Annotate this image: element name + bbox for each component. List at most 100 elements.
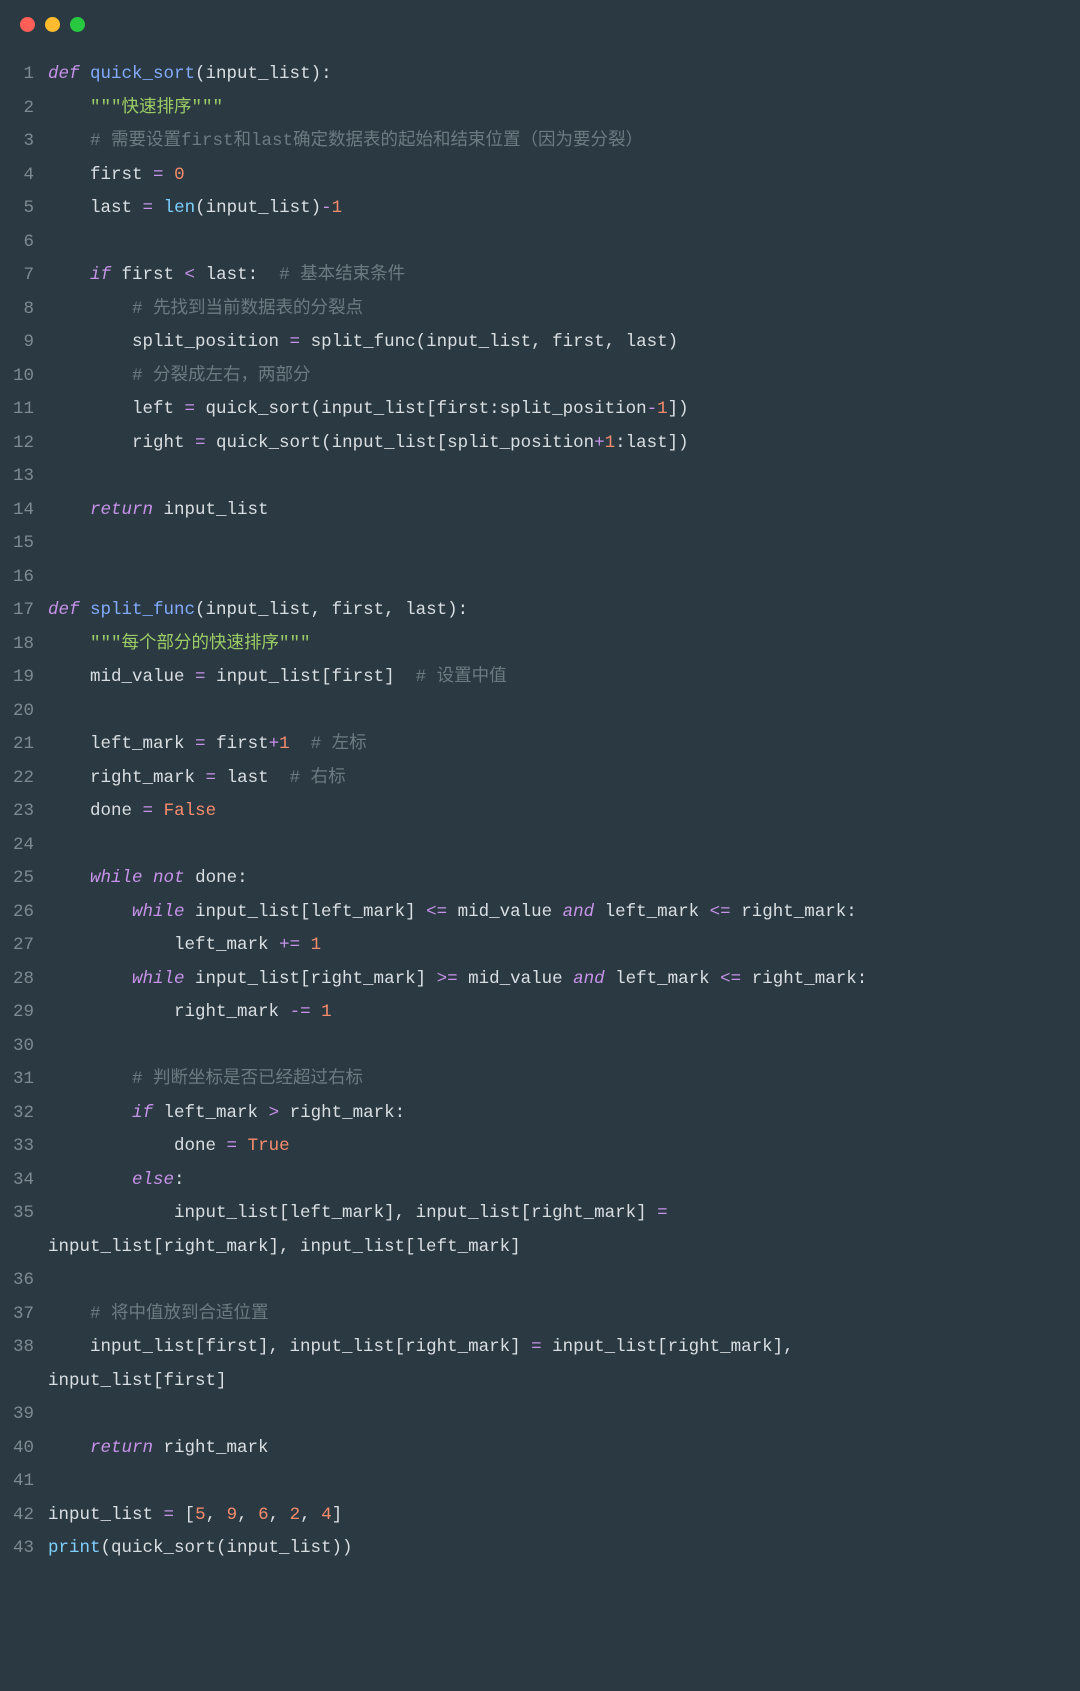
line-number: 4 (0, 159, 48, 193)
line-number: 19 (0, 661, 48, 695)
code-content: if left_mark > right_mark: (48, 1097, 1080, 1131)
line-number: 13 (0, 460, 48, 494)
line-number: 37 (0, 1298, 48, 1332)
code-line: 2 """快速排序""" (0, 92, 1080, 126)
line-number: 30 (0, 1030, 48, 1064)
code-content: def quick_sort(input_list): (48, 58, 1080, 92)
window-titlebar (0, 0, 1080, 48)
code-line: 40 return right_mark (0, 1432, 1080, 1466)
code-content: print(quick_sort(input_list)) (48, 1532, 1080, 1566)
code-line: 35 input_list[left_mark], input_list[rig… (0, 1197, 1080, 1231)
code-content: # 需要设置first和last确定数据表的起始和结束位置（因为要分裂） (48, 125, 1080, 159)
code-line: 30 (0, 1030, 1080, 1064)
line-number: 23 (0, 795, 48, 829)
code-content: right = quick_sort(input_list[split_posi… (48, 427, 1080, 461)
code-line: 36 (0, 1264, 1080, 1298)
code-line: 37 # 将中值放到合适位置 (0, 1298, 1080, 1332)
code-content: last = len(input_list)-1 (48, 192, 1080, 226)
line-number: 1 (0, 58, 48, 92)
code-line: 39 (0, 1398, 1080, 1432)
zoom-icon[interactable] (70, 17, 85, 32)
line-number: 42 (0, 1499, 48, 1533)
line-number: 6 (0, 226, 48, 260)
code-line: 25 while not done: (0, 862, 1080, 896)
line-number: 3 (0, 125, 48, 159)
code-content: """每个部分的快速排序""" (48, 628, 1080, 662)
line-number: 5 (0, 192, 48, 226)
code-content: while input_list[left_mark] <= mid_value… (48, 896, 1080, 930)
code-line: input_list[right_mark], input_list[left_… (0, 1231, 1080, 1265)
code-content: return input_list (48, 494, 1080, 528)
line-number: 31 (0, 1063, 48, 1097)
line-number: 35 (0, 1197, 48, 1231)
code-line: 11 left = quick_sort(input_list[first:sp… (0, 393, 1080, 427)
code-content: input_list = [5, 9, 6, 2, 4] (48, 1499, 1080, 1533)
code-content: return right_mark (48, 1432, 1080, 1466)
code-line: 32 if left_mark > right_mark: (0, 1097, 1080, 1131)
line-number: 12 (0, 427, 48, 461)
code-line: 6 (0, 226, 1080, 260)
code-content: # 先找到当前数据表的分裂点 (48, 293, 1080, 327)
code-line: 43print(quick_sort(input_list)) (0, 1532, 1080, 1566)
line-number: 2 (0, 92, 48, 126)
line-number: 39 (0, 1398, 48, 1432)
line-number: 36 (0, 1264, 48, 1298)
line-number: 26 (0, 896, 48, 930)
code-content: # 将中值放到合适位置 (48, 1298, 1080, 1332)
code-content: left_mark += 1 (48, 929, 1080, 963)
line-number: 25 (0, 862, 48, 896)
code-editor[interactable]: 1def quick_sort(input_list):2 """快速排序"""… (0, 48, 1080, 1596)
code-content: right_mark -= 1 (48, 996, 1080, 1030)
line-number: 11 (0, 393, 48, 427)
minimize-icon[interactable] (45, 17, 60, 32)
line-number: 29 (0, 996, 48, 1030)
code-line: 3 # 需要设置first和last确定数据表的起始和结束位置（因为要分裂） (0, 125, 1080, 159)
code-content: split_position = split_func(input_list, … (48, 326, 1080, 360)
code-line: 4 first = 0 (0, 159, 1080, 193)
code-window: 1def quick_sort(input_list):2 """快速排序"""… (0, 0, 1080, 1691)
code-content: input_list[first], input_list[right_mark… (48, 1331, 1080, 1365)
line-number: 21 (0, 728, 48, 762)
code-line: 18 """每个部分的快速排序""" (0, 628, 1080, 662)
code-line: 42input_list = [5, 9, 6, 2, 4] (0, 1499, 1080, 1533)
code-line: 27 left_mark += 1 (0, 929, 1080, 963)
code-content: left_mark = first+1 # 左标 (48, 728, 1080, 762)
code-line: 16 (0, 561, 1080, 595)
code-line: 26 while input_list[left_mark] <= mid_va… (0, 896, 1080, 930)
code-content: while input_list[right_mark] >= mid_valu… (48, 963, 1080, 997)
code-line: 5 last = len(input_list)-1 (0, 192, 1080, 226)
code-line: 28 while input_list[right_mark] >= mid_v… (0, 963, 1080, 997)
code-line: 15 (0, 527, 1080, 561)
code-content: else: (48, 1164, 1080, 1198)
code-content: first = 0 (48, 159, 1080, 193)
line-number: 38 (0, 1331, 48, 1365)
line-number: 40 (0, 1432, 48, 1466)
code-line: 24 (0, 829, 1080, 863)
line-number: 20 (0, 695, 48, 729)
code-line: 13 (0, 460, 1080, 494)
code-content: left = quick_sort(input_list[first:split… (48, 393, 1080, 427)
line-number: 24 (0, 829, 48, 863)
code-line: 41 (0, 1465, 1080, 1499)
close-icon[interactable] (20, 17, 35, 32)
code-line: 7 if first < last: # 基本结束条件 (0, 259, 1080, 293)
line-number: 10 (0, 360, 48, 394)
code-content: def split_func(input_list, first, last): (48, 594, 1080, 628)
code-line: 8 # 先找到当前数据表的分裂点 (0, 293, 1080, 327)
code-line: 31 # 判断坐标是否已经超过右标 (0, 1063, 1080, 1097)
code-content: if first < last: # 基本结束条件 (48, 259, 1080, 293)
code-content: input_list[right_mark], input_list[left_… (48, 1231, 1080, 1265)
code-line: 33 done = True (0, 1130, 1080, 1164)
code-content: """快速排序""" (48, 92, 1080, 126)
line-number: 14 (0, 494, 48, 528)
line-number: 33 (0, 1130, 48, 1164)
line-number: 34 (0, 1164, 48, 1198)
code-content: mid_value = input_list[first] # 设置中值 (48, 661, 1080, 695)
code-line: 14 return input_list (0, 494, 1080, 528)
code-line: 17def split_func(input_list, first, last… (0, 594, 1080, 628)
line-number: 28 (0, 963, 48, 997)
line-number: 22 (0, 762, 48, 796)
code-content: input_list[first] (48, 1365, 1080, 1399)
line-number: 43 (0, 1532, 48, 1566)
code-content: input_list[left_mark], input_list[right_… (48, 1197, 1080, 1231)
